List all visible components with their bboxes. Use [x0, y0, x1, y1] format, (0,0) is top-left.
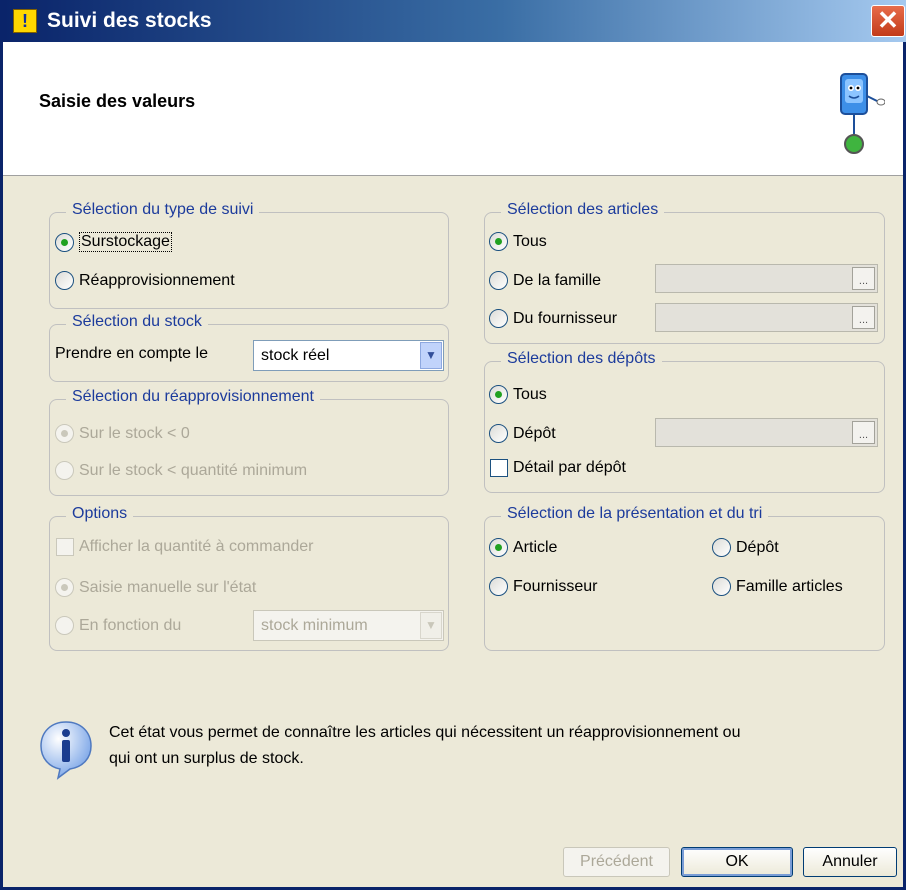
radio-label: De la famille	[513, 271, 602, 289]
stock-label: Prendre en compte le	[55, 345, 208, 362]
radio-indicator[interactable]	[55, 424, 74, 443]
browse-famille-button[interactable]: ...	[852, 267, 875, 290]
radio-indicator[interactable]	[55, 616, 74, 635]
group-title-type-suivi: Sélection du type de suivi	[66, 201, 260, 219]
previous-button[interactable]: Précédent	[563, 847, 670, 877]
radio-label: En fonction du	[79, 616, 182, 634]
group-title-reappro: Sélection du réapprovisionnement	[66, 388, 320, 406]
group-title-stock: Sélection du stock	[66, 313, 208, 331]
radio-indicator[interactable]	[712, 577, 731, 596]
radio-articles-fournisseur[interactable]: Du fournisseur	[489, 309, 617, 328]
radio-label: Saisie manuelle sur l'état	[79, 578, 257, 596]
group-title-articles: Sélection des articles	[501, 201, 665, 219]
radio-stock-negatif[interactable]: Sur le stock < 0	[55, 424, 190, 443]
window-title: Suivi des stocks	[47, 9, 212, 32]
title-bar: ! Suivi des stocks ✕	[3, 0, 906, 42]
checkbox-box[interactable]	[56, 538, 74, 556]
radio-label: Dépôt	[513, 424, 556, 442]
dialog-window: ! Suivi des stocks ✕ Saisie des valeurs …	[0, 0, 906, 890]
famille-field[interactable]: ...	[655, 264, 878, 293]
chevron-down-icon[interactable]: ▼	[420, 612, 442, 639]
chevron-down-icon[interactable]: ▼	[420, 342, 442, 369]
wizard-header: Saisie des valeurs	[3, 42, 903, 176]
group-title-presentation: Sélection de la présentation et du tri	[501, 505, 769, 523]
radio-indicator[interactable]	[712, 538, 731, 557]
fonction-select-value: stock minimum	[261, 616, 368, 634]
radio-label: Sur le stock < 0	[79, 424, 190, 442]
radio-indicator[interactable]	[55, 461, 74, 480]
radio-saisie-manuelle[interactable]: Saisie manuelle sur l'état	[55, 578, 256, 597]
radio-label: Dépôt	[736, 538, 779, 556]
radio-indicator[interactable]	[489, 577, 508, 596]
radio-label: Tous	[513, 232, 547, 250]
info-icon	[40, 721, 92, 780]
radio-articles-famille[interactable]: De la famille	[489, 271, 601, 290]
radio-articles-tous[interactable]: Tous	[489, 232, 547, 251]
radio-label: Sur le stock < quantité minimum	[79, 461, 308, 479]
assistant-mascot-icon	[840, 73, 885, 154]
radio-tri-fournisseur[interactable]: Fournisseur	[489, 577, 597, 596]
warning-app-icon: !	[13, 9, 37, 33]
radio-surstockage[interactable]: Surstockage	[55, 232, 172, 252]
radio-label: Réapprovisionnement	[79, 271, 235, 289]
group-title-options: Options	[66, 505, 134, 523]
radio-indicator[interactable]	[489, 309, 508, 328]
info-message: Cet état vous permet de connaître les ar…	[109, 724, 741, 767]
browse-depot-button[interactable]: ...	[852, 421, 875, 444]
radio-indicator[interactable]	[489, 424, 508, 443]
radio-tri-article[interactable]: Article	[489, 538, 557, 557]
radio-indicator[interactable]	[489, 271, 508, 290]
ok-button[interactable]: OK	[681, 847, 793, 877]
radio-label: Article	[513, 538, 558, 556]
radio-indicator[interactable]	[55, 271, 74, 290]
radio-label: Du fournisseur	[513, 309, 618, 327]
radio-label: Famille articles	[736, 577, 843, 595]
radio-tri-famille[interactable]: Famille articles	[712, 577, 843, 596]
radio-depot[interactable]: Dépôt	[489, 424, 556, 443]
radio-label: Fournisseur	[513, 577, 598, 595]
fonction-select[interactable]: stock minimum ▼	[253, 610, 444, 641]
radio-en-fonction[interactable]: En fonction du	[55, 616, 181, 635]
checkbox-afficher-quantite[interactable]: Afficher la quantité à commander	[56, 538, 314, 556]
radio-depots-tous[interactable]: Tous	[489, 385, 547, 404]
group-reappro: Sélection du réapprovisionnement	[49, 388, 449, 496]
browse-fournisseur-button[interactable]: ...	[852, 306, 875, 329]
cancel-button[interactable]: Annuler	[803, 847, 897, 877]
page-title: Saisie des valeurs	[39, 91, 196, 111]
radio-reapprovisionnement[interactable]: Réapprovisionnement	[55, 271, 235, 290]
stock-select[interactable]: stock réel ▼	[253, 340, 444, 371]
radio-indicator[interactable]	[489, 538, 508, 557]
checkbox-detail-depot[interactable]: Détail par dépôt	[490, 459, 626, 477]
group-title-depots: Sélection des dépôts	[501, 350, 662, 368]
radio-label: Surstockage	[79, 232, 172, 252]
radio-stock-minimum[interactable]: Sur le stock < quantité minimum	[55, 461, 307, 480]
close-button[interactable]: ✕	[871, 5, 905, 37]
depot-field[interactable]: ...	[655, 418, 878, 447]
stock-select-value: stock réel	[261, 346, 330, 364]
radio-label: Tous	[513, 385, 547, 403]
checkbox-label: Afficher la quantité à commander	[79, 538, 314, 555]
radio-tri-depot[interactable]: Dépôt	[712, 538, 779, 557]
checkbox-box[interactable]	[490, 459, 508, 477]
group-type-suivi: Sélection du type de suivi	[49, 201, 449, 309]
radio-indicator[interactable]	[489, 232, 508, 251]
radio-indicator[interactable]	[55, 232, 74, 252]
radio-indicator[interactable]	[55, 578, 74, 597]
checkbox-label: Détail par dépôt	[513, 459, 626, 476]
fournisseur-field[interactable]: ...	[655, 303, 878, 332]
radio-indicator[interactable]	[489, 385, 508, 404]
